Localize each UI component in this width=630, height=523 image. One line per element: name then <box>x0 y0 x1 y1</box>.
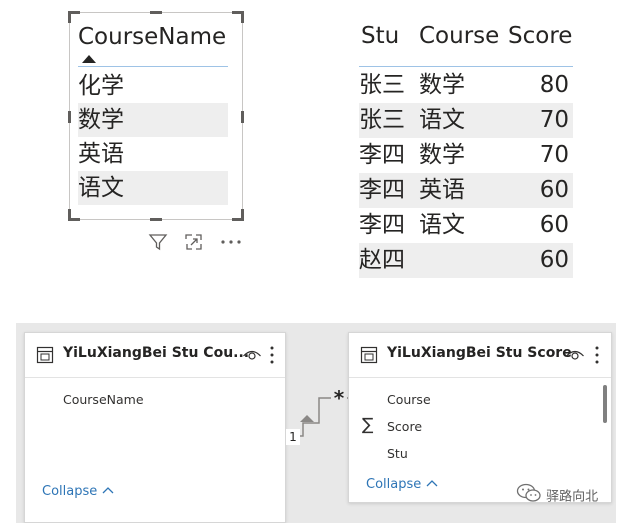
resize-handle[interactable] <box>68 209 71 221</box>
cell-stu: 李四 <box>359 212 405 238</box>
header-divider <box>78 66 228 67</box>
resize-handle[interactable] <box>150 11 162 14</box>
visibility-eye-icon[interactable] <box>242 347 262 366</box>
cell-score: 60 <box>539 247 569 273</box>
cell-stu: 赵四 <box>359 247 405 273</box>
course-table-visual[interactable]: CourseName 化学 数学 英语 语文 <box>68 11 244 221</box>
table-row: 赵四 60 <box>359 243 573 278</box>
cardinality-many-label: * <box>331 388 347 408</box>
sort-ascending-icon[interactable] <box>82 55 96 63</box>
chevron-up-icon <box>426 480 438 487</box>
watermark: 驿路向北 <box>516 483 598 507</box>
more-options-icon[interactable] <box>594 345 600 369</box>
table-row: 语文 <box>78 171 228 205</box>
cell-course: 英语 <box>419 177 465 203</box>
cell-course: 语文 <box>419 107 465 133</box>
resize-handle[interactable] <box>150 218 162 221</box>
table-card-course[interactable]: YiLuXiangBei Stu Cou... CourseName Colla… <box>24 332 286 523</box>
table-card-header[interactable]: YiLuXiangBei Stu Score <box>349 333 611 378</box>
column-header-stu[interactable]: Stu <box>361 20 399 52</box>
more-options-icon[interactable] <box>269 345 275 369</box>
field-coursename[interactable]: CourseName <box>63 392 144 407</box>
table-row: 张三 数学 80 <box>359 68 573 103</box>
table-card-title: YiLuXiangBei Stu Score <box>387 345 572 361</box>
column-header-coursename[interactable]: CourseName <box>78 21 238 53</box>
cell-score: 60 <box>539 177 569 203</box>
table-card-header[interactable]: YiLuXiangBei Stu Cou... <box>25 333 285 378</box>
field-stu[interactable]: Stu <box>387 446 408 461</box>
cell-score: 70 <box>539 142 569 168</box>
cardinality-one-label: 1 <box>286 429 300 445</box>
resize-handle[interactable] <box>68 111 71 123</box>
cell-course: 语文 <box>419 212 465 238</box>
cell-score: 70 <box>539 107 569 133</box>
table-card-score[interactable]: YiLuXiangBei Stu Score Course ∑ Score St… <box>348 332 612 503</box>
cell-score: 60 <box>539 212 569 238</box>
filter-icon[interactable] <box>148 232 168 256</box>
header-divider <box>359 66 573 67</box>
cell-stu: 李四 <box>359 142 405 168</box>
table-row: 张三 语文 70 <box>359 103 573 138</box>
more-options-icon[interactable] <box>220 234 242 254</box>
table-row: 李四 语文 60 <box>359 208 573 243</box>
resize-handle[interactable] <box>241 209 244 221</box>
table-row: 化学 <box>78 73 124 99</box>
resize-handle[interactable] <box>241 11 244 23</box>
focus-mode-icon[interactable] <box>184 232 204 256</box>
table-row: 数学 <box>78 103 228 137</box>
column-header-course[interactable]: Course <box>419 20 499 52</box>
chevron-up-icon <box>102 487 114 494</box>
resize-handle[interactable] <box>241 111 244 123</box>
visibility-eye-icon[interactable] <box>565 347 585 366</box>
table-row: 李四 数学 70 <box>359 138 573 173</box>
collapse-button[interactable]: Collapse <box>42 484 115 499</box>
cell-course: 数学 <box>419 142 465 168</box>
table-icon <box>359 345 379 369</box>
watermark-text: 驿路向北 <box>546 489 599 505</box>
table-card-title: YiLuXiangBei Stu Cou... <box>63 345 250 361</box>
cell-score: 80 <box>539 72 569 98</box>
table-icon <box>35 345 55 369</box>
sigma-icon: ∑ <box>362 415 374 435</box>
resize-handle[interactable] <box>68 11 71 23</box>
wechat-logo-icon <box>516 483 542 507</box>
column-header-score[interactable]: Score <box>508 20 572 52</box>
cell-course: 数学 <box>419 72 465 98</box>
cell-stu: 张三 <box>359 107 405 133</box>
collapse-label: Collapse <box>366 477 422 492</box>
field-score[interactable]: Score <box>387 419 422 434</box>
scrollbar[interactable] <box>603 385 607 423</box>
table-row: 英语 <box>78 141 124 167</box>
cell-stu: 李四 <box>359 177 405 203</box>
field-course[interactable]: Course <box>387 392 431 407</box>
cell-stu: 张三 <box>359 72 405 98</box>
collapse-label: Collapse <box>42 484 98 499</box>
collapse-button[interactable]: Collapse <box>366 477 439 492</box>
table-row: 李四 英语 60 <box>359 173 573 208</box>
